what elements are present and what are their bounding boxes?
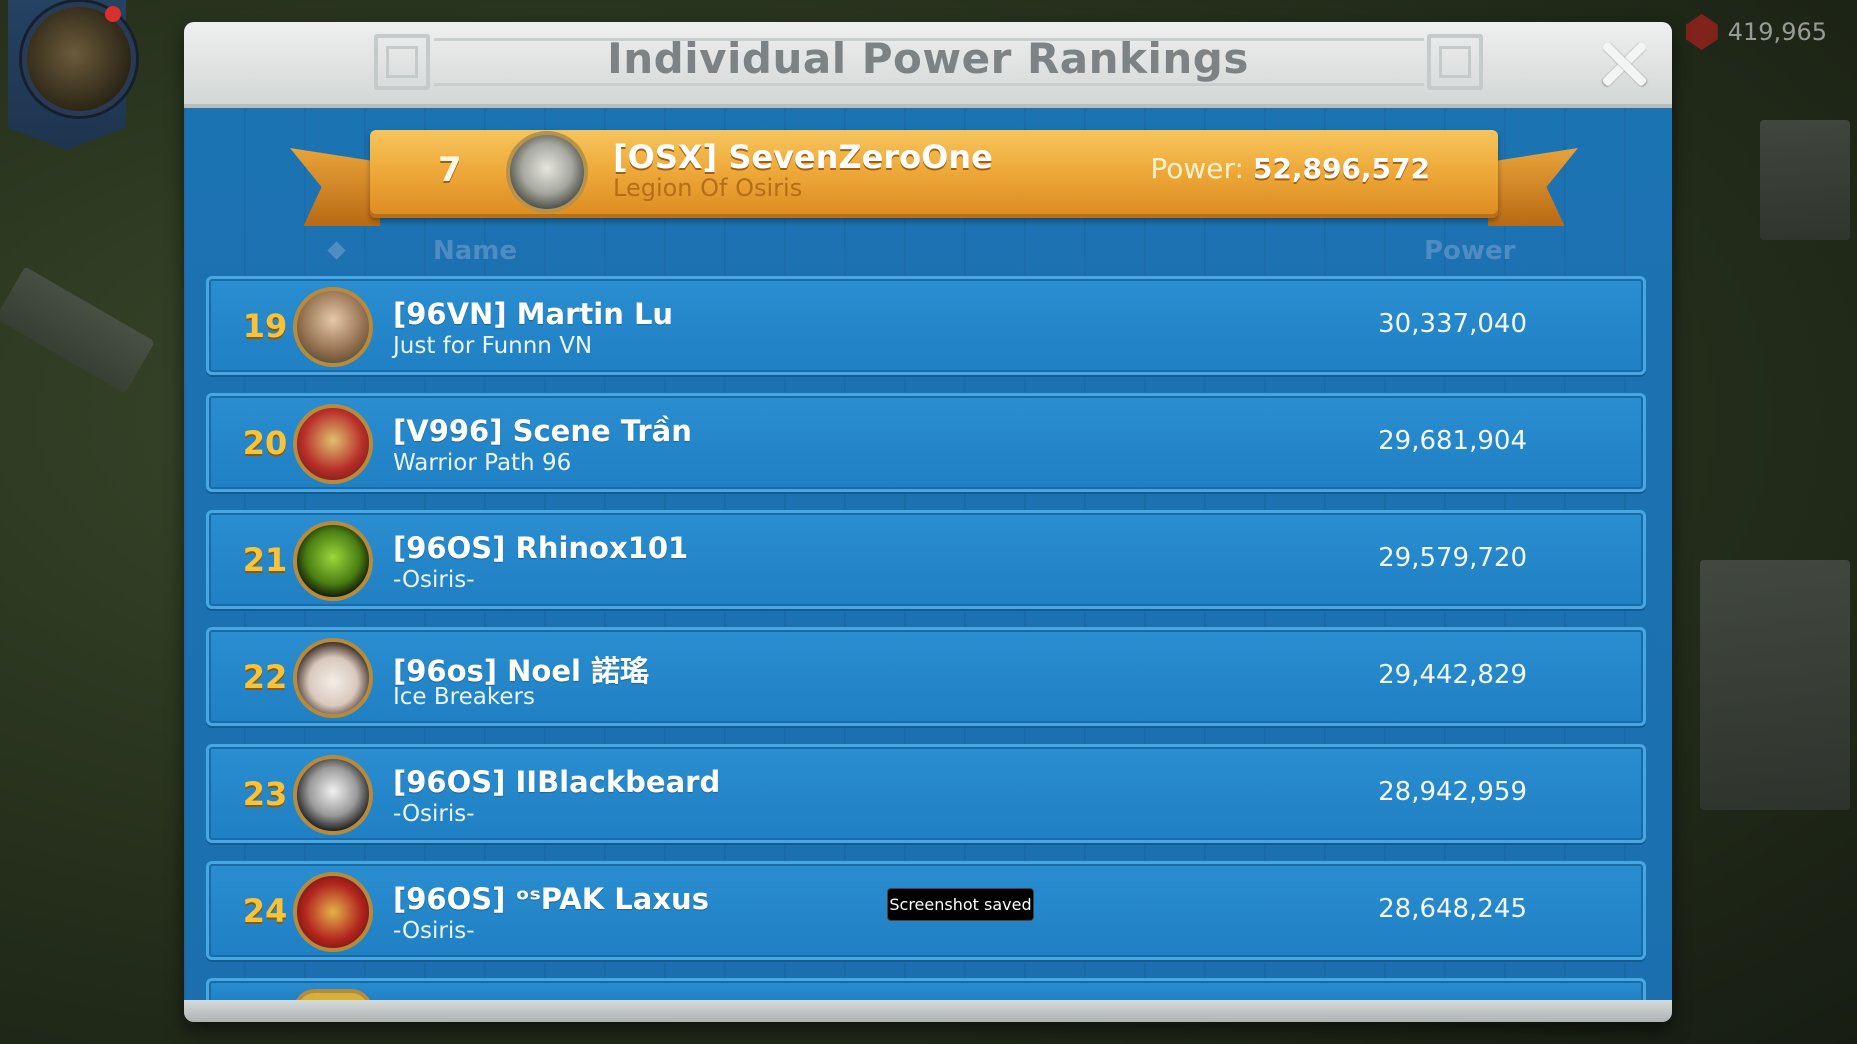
alliance-name: -Osiris- (393, 567, 475, 593)
my-power-value: 52,896,572 (1252, 152, 1430, 185)
alliance-name: -Osiris- (393, 918, 475, 944)
panel-header: Individual Power Rankings (184, 22, 1672, 108)
gem-count: 419,965 (1727, 18, 1827, 46)
my-power: Power: 52,896,572 (1150, 152, 1430, 185)
column-header-name: Name (433, 236, 518, 266)
player-power: 29,681,904 (1378, 426, 1527, 456)
rank-number: 19 (242, 307, 288, 345)
gem-resource[interactable]: 419,965 (1685, 10, 1827, 54)
player-avatar[interactable] (293, 872, 373, 952)
player-power: 30,337,040 (1378, 309, 1527, 339)
ranking-row[interactable]: 23 [96OS] IIBlackbeard -Osiris- 28,942,9… (206, 744, 1646, 843)
page-title: Individual Power Rankings (607, 34, 1249, 83)
alliance-name: Warrior Path 96 (393, 450, 572, 476)
my-alliance: Legion Of Osiris (613, 174, 803, 202)
player-avatar[interactable] (293, 755, 373, 835)
gem-icon (1685, 14, 1718, 50)
player-avatar[interactable] (293, 638, 373, 718)
alliance-name: Just for Funnn VN (393, 333, 593, 359)
my-ranking-banner[interactable]: 7 [OSX] SevenZeroOne Legion Of Osiris Po… (370, 130, 1498, 218)
notification-dot (105, 6, 121, 22)
my-avatar[interactable] (506, 131, 588, 213)
rank-number: 23 (242, 775, 288, 813)
ranking-row-partial[interactable] (206, 978, 1646, 1011)
my-rank: 7 (438, 150, 462, 190)
alliance-name: -Osiris- (393, 801, 475, 827)
screenshot-toast: Screenshot saved (887, 888, 1034, 921)
player-avatar[interactable] (293, 287, 373, 367)
player-avatar[interactable] (293, 404, 373, 484)
column-header-power: Power (1424, 236, 1516, 266)
ranking-row[interactable]: 22 [96os] Noel 諾瑤 Ice Breakers 29,442,82… (206, 627, 1646, 726)
player-name: [V996] Scene Trần (393, 414, 692, 448)
player-power: 29,442,829 (1378, 660, 1527, 690)
ranking-row[interactable]: 19 [96VN] Martin Lu Just for Funnn VN 30… (206, 276, 1646, 375)
bg-wall (1700, 560, 1850, 810)
rank-number: 22 (242, 658, 288, 696)
rank-number: 20 (242, 424, 288, 462)
player-name: [96OS] Rhinox101 (393, 531, 689, 565)
player-avatar[interactable] (293, 521, 373, 601)
bg-wall (0, 266, 155, 394)
player-power: 29,579,720 (1378, 543, 1527, 573)
player-name: [96OS] ᵒˢPAK Laxus (393, 882, 709, 916)
player-name: [96VN] Martin Lu (393, 297, 674, 331)
player-name: [96OS] IIBlackbeard (393, 765, 721, 799)
rank-number: 24 (242, 892, 288, 930)
ranking-row[interactable]: 21 [96OS] Rhinox101 -Osiris- 29,579,720 (206, 510, 1646, 609)
my-name: [OSX] SevenZeroOne (613, 138, 993, 176)
player-power: 28,942,959 (1378, 777, 1527, 807)
ranking-row[interactable]: 20 [V996] Scene Trần Warrior Path 96 29,… (206, 393, 1646, 492)
bg-wall (1760, 120, 1850, 240)
player-power: 28,648,245 (1378, 894, 1527, 924)
close-button[interactable] (1598, 38, 1650, 90)
power-label: Power: (1150, 152, 1244, 185)
panel-footer (184, 1000, 1672, 1022)
alliance-name: Ice Breakers (393, 684, 535, 710)
rank-number: 21 (242, 541, 288, 579)
